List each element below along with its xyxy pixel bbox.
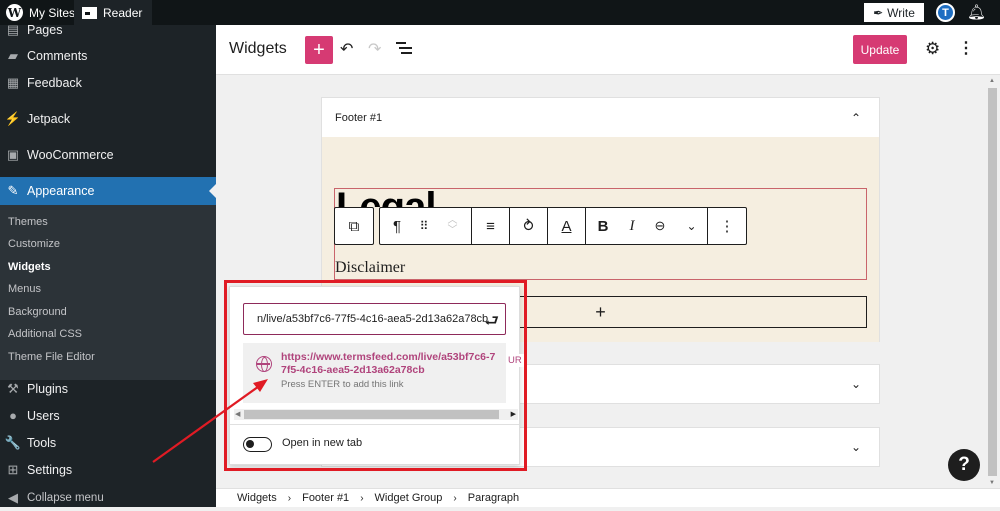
bold-icon[interactable]: B — [586, 208, 620, 244]
user-icon: ● — [9, 408, 17, 423]
select-parent-icon[interactable]: ⧉ — [335, 208, 373, 244]
submenu-widgets[interactable]: Widgets — [8, 257, 51, 277]
sidebar-item-plugins[interactable]: ⚒ Plugins — [0, 375, 216, 402]
block-options-icon[interactable]: ⋮ — [708, 208, 746, 244]
bell-icon[interactable]: 🔔︎ — [967, 4, 986, 21]
scroll-up-icon[interactable]: ▲ — [989, 78, 995, 84]
paintbrush-icon: ✎ — [7, 183, 19, 198]
sidebar-item-label: Users — [27, 408, 60, 423]
editor-scrollbar[interactable]: ▲ ▼ — [987, 78, 998, 486]
page-title: Widgets — [229, 40, 287, 57]
collapse-menu-label: Collapse menu — [27, 491, 104, 504]
appearance-submenu: Themes Customize Widgets Menus Backgroun… — [0, 205, 216, 380]
submenu-customize[interactable]: Customize — [8, 234, 60, 254]
feedback-icon: ▦ — [6, 74, 20, 90]
submenu-background[interactable]: Background — [8, 302, 67, 322]
editor-header: Widgets + ↶ ↷ Update ⚙ ⋮ — [216, 25, 1000, 75]
more-rich-text-icon[interactable]: ⌄ — [676, 208, 708, 244]
annotation-highlight-box — [224, 280, 527, 471]
drag-handle-icon[interactable]: ⠿ — [414, 208, 434, 244]
wrench-icon: 🔧 — [4, 434, 22, 450]
heading-block[interactable]: Legal — [336, 187, 435, 207]
write-label: Write — [887, 5, 915, 20]
text-color-icon[interactable]: A — [548, 208, 586, 244]
write-button[interactable]: ✒ Write — [864, 3, 924, 22]
link-icon[interactable]: ⊖ — [644, 208, 676, 244]
sidebar-item-woocommerce[interactable]: ▣ WooCommerce — [0, 141, 216, 168]
breadcrumb-item[interactable]: Footer #1 — [302, 492, 349, 504]
transform-icon[interactable]: ⥁ — [510, 208, 548, 244]
sidebar-item-label: Appearance — [27, 184, 95, 198]
sidebar-item-label: Comments — [27, 48, 88, 63]
admin-sidebar: ▤ Pages ▰ Comments ▦ Feedback ⚡ Jetpack … — [0, 22, 216, 507]
submenu-themes[interactable]: Themes — [8, 212, 48, 232]
options-menu-icon[interactable]: ⋮ — [958, 38, 974, 58]
jetpack-icon: ⚡ — [4, 110, 22, 126]
plugin-icon: ⚒ — [7, 380, 19, 396]
sidebar-item-comments[interactable]: ▰ Comments — [0, 42, 216, 69]
sidebar-item-jetpack[interactable]: ⚡ Jetpack — [0, 105, 216, 132]
sidebar-item-pages[interactable]: ▤ Pages — [0, 16, 216, 43]
scroll-down-icon[interactable]: ▼ — [989, 480, 995, 486]
list-view-icon[interactable] — [396, 42, 412, 56]
breadcrumb-item[interactable]: Widgets — [237, 492, 277, 504]
feather-icon: ✒ — [873, 5, 884, 20]
widget-area-title: Footer #1 — [335, 111, 383, 124]
move-down-icon[interactable]: ﹀ — [448, 226, 458, 236]
align-icon[interactable]: ≡ — [472, 208, 510, 244]
block-breadcrumb: Widgets › Footer #1 › Widget Group › Par… — [216, 488, 1000, 507]
toolbar-group-main: ¶ ⠿ ︿ ﹀ ≡ ⥁ A B I ⊖ ⌄ ⋮ — [379, 207, 747, 245]
collapse-icon: ◀ — [8, 489, 18, 505]
chevron-up-icon[interactable]: ⌃ — [851, 111, 861, 125]
comment-icon: ▰ — [8, 47, 18, 63]
update-button[interactable]: Update — [853, 35, 907, 64]
sidebar-item-label: WooCommerce — [27, 147, 114, 162]
sidebar-item-tools[interactable]: 🔧 Tools — [0, 429, 216, 456]
paragraph-block[interactable]: Disclaimer — [335, 259, 405, 277]
move-buttons: ︿ ﹀ — [434, 208, 472, 244]
paragraph-icon[interactable]: ¶ — [380, 208, 414, 244]
scrollbar-thumb[interactable] — [988, 88, 997, 476]
sidebar-item-label: Pages — [27, 22, 63, 37]
sidebar-item-feedback[interactable]: ▦ Feedback — [0, 69, 216, 96]
sidebar-item-label: Settings — [27, 462, 73, 477]
woocommerce-icon: ▣ — [6, 146, 20, 162]
submenu-menus[interactable]: Menus — [8, 279, 41, 299]
sidebar-item-label: Plugins — [27, 381, 68, 396]
chevron-down-icon[interactable]: ⌄ — [851, 440, 861, 454]
block-toolbar: ⧉ ¶ ⠿ ︿ ﹀ ≡ ⥁ A B I ⊖ ⌄ ⋮ — [334, 207, 747, 245]
add-block-button[interactable]: + — [305, 36, 333, 64]
redo-icon[interactable]: ↷ — [368, 39, 381, 59]
undo-icon[interactable]: ↶ — [340, 39, 353, 59]
widget-area-header[interactable]: Footer #1 ⌃ — [322, 98, 879, 137]
chevron-right-icon: › — [453, 492, 457, 504]
sidebar-item-label: Tools — [27, 435, 57, 450]
breadcrumb-item[interactable]: Widget Group — [375, 492, 443, 504]
settings-icon: ⊞ — [7, 461, 19, 477]
chevron-down-icon[interactable]: ⌄ — [851, 377, 861, 391]
sidebar-item-appearance[interactable]: ✎ Appearance — [0, 177, 216, 205]
pages-icon: ▤ — [6, 21, 20, 37]
sidebar-item-label: Jetpack — [27, 111, 71, 126]
italic-icon[interactable]: I — [620, 208, 644, 244]
gear-icon[interactable]: ⚙ — [925, 39, 940, 59]
sidebar-item-settings[interactable]: ⊞ Settings — [0, 456, 216, 483]
avatar[interactable]: T — [936, 3, 955, 22]
submenu-additional-css[interactable]: Additional CSS — [8, 324, 82, 344]
help-button[interactable]: ? — [948, 449, 980, 481]
chevron-right-icon: › — [360, 492, 364, 504]
submenu-theme-file-editor[interactable]: Theme File Editor — [8, 347, 95, 367]
chevron-right-icon: › — [287, 492, 292, 504]
breadcrumb-item: Paragraph — [467, 492, 520, 504]
toolbar-group-parent: ⧉ — [334, 207, 374, 245]
sidebar-item-users[interactable]: ● Users — [0, 402, 216, 429]
sidebar-item-label: Feedback — [27, 75, 82, 90]
